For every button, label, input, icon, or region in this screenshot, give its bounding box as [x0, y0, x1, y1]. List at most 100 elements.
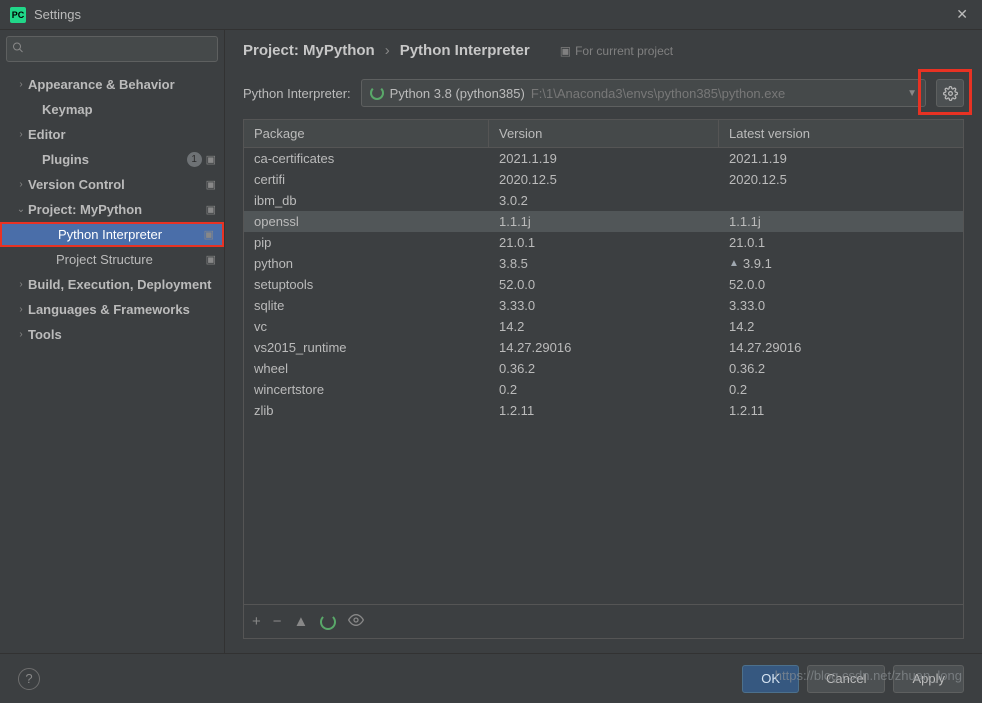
help-button[interactable]: ?: [18, 668, 40, 690]
gear-icon: [943, 86, 958, 101]
cell-package: pip: [244, 235, 489, 250]
add-package-button[interactable]: +: [252, 613, 261, 630]
sidebar-item-appearance-behavior[interactable]: ›Appearance & Behavior: [0, 72, 224, 97]
cell-package: zlib: [244, 403, 489, 418]
cell-latest: 3.33.0: [719, 298, 963, 313]
sidebar-item-label: Build, Execution, Deployment: [28, 277, 216, 292]
cell-package: vc: [244, 319, 489, 334]
show-early-releases-button[interactable]: [348, 612, 364, 632]
cancel-button[interactable]: Cancel: [807, 665, 885, 693]
cell-package: ca-certificates: [244, 151, 489, 166]
loading-spinner-icon: [320, 614, 336, 630]
cell-latest: 1.2.11: [719, 403, 963, 418]
sidebar-item-plugins[interactable]: Plugins1 ▣: [0, 147, 224, 172]
search-input[interactable]: [6, 36, 218, 62]
tree-arrow-icon: ›: [14, 79, 28, 90]
settings-tree: ›Appearance & BehaviorKeymap›EditorPlugi…: [0, 68, 224, 653]
cell-version: 1.2.11: [489, 403, 719, 418]
table-row[interactable]: ibm_db3.0.2: [244, 190, 963, 211]
cell-package: vs2015_runtime: [244, 340, 489, 355]
tree-arrow-icon: ›: [14, 179, 28, 190]
sidebar-item-project-mypython[interactable]: ⌄Project: MyPython▣: [0, 197, 224, 222]
ok-button[interactable]: OK: [742, 665, 799, 693]
sidebar-item-label: Version Control: [28, 177, 206, 192]
cell-package: wheel: [244, 361, 489, 376]
sidebar-item-editor[interactable]: ›Editor: [0, 122, 224, 147]
interpreter-path: F:\1\Anaconda3\envs\python385\python.exe: [531, 86, 785, 101]
table-row[interactable]: python3.8.5▲3.9.1: [244, 253, 963, 274]
column-header-package[interactable]: Package: [244, 120, 489, 147]
cell-version: 3.0.2: [489, 193, 719, 208]
cell-latest: 52.0.0: [719, 277, 963, 292]
close-icon[interactable]: ✕: [952, 6, 972, 23]
sidebar-item-label: Editor: [28, 127, 216, 142]
table-row[interactable]: certifi2020.12.52020.12.5: [244, 169, 963, 190]
cell-latest: 21.0.1: [719, 235, 963, 250]
python-icon: [370, 86, 384, 100]
table-row[interactable]: openssl1.1.1j1.1.1j: [244, 211, 963, 232]
table-row[interactable]: sqlite3.33.03.33.0: [244, 295, 963, 316]
sidebar-item-build-execution-deployment[interactable]: ›Build, Execution, Deployment: [0, 272, 224, 297]
cell-latest: 14.27.29016: [719, 340, 963, 355]
sidebar-item-label: Project: MyPython: [28, 202, 206, 217]
cell-package: wincertstore: [244, 382, 489, 397]
sidebar-item-label: Keymap: [42, 102, 216, 117]
table-row[interactable]: wincertstore0.20.2: [244, 379, 963, 400]
table-row[interactable]: setuptools52.0.052.0.0: [244, 274, 963, 295]
cell-latest: 2021.1.19: [719, 151, 963, 166]
cell-version: 52.0.0: [489, 277, 719, 292]
breadcrumb: Project: MyPython › Python Interpreter ▣…: [225, 30, 982, 71]
tree-arrow-icon: ›: [14, 329, 28, 340]
interpreter-dropdown[interactable]: Python 3.8 (python385) F:\1\Anaconda3\en…: [361, 79, 926, 107]
sidebar-item-keymap[interactable]: Keymap: [0, 97, 224, 122]
column-header-latest[interactable]: Latest version: [719, 120, 963, 147]
remove-package-button[interactable]: −: [273, 613, 282, 630]
tree-arrow-icon: ⌄: [14, 204, 28, 215]
sidebar-item-label: Languages & Frameworks: [28, 302, 216, 317]
column-header-version[interactable]: Version: [489, 120, 719, 147]
packages-table: Package Version Latest version ca-certif…: [243, 119, 964, 639]
table-row[interactable]: pip21.0.121.0.1: [244, 232, 963, 253]
cell-latest: 0.2: [719, 382, 963, 397]
sidebar-item-label: Appearance & Behavior: [28, 77, 216, 92]
table-row[interactable]: vs2015_runtime14.27.2901614.27.29016: [244, 337, 963, 358]
sidebar-item-tools[interactable]: ›Tools: [0, 322, 224, 347]
cell-version: 21.0.1: [489, 235, 719, 250]
cell-version: 0.2: [489, 382, 719, 397]
breadcrumb-project[interactable]: Project: MyPython: [243, 42, 375, 59]
cell-latest: 2020.12.5: [719, 172, 963, 187]
update-badge: 1: [187, 152, 202, 167]
cell-package: openssl: [244, 214, 489, 229]
table-row[interactable]: vc14.214.2: [244, 316, 963, 337]
dialog-footer: ? OK Cancel Apply: [0, 653, 982, 703]
sidebar-item-label: Tools: [28, 327, 216, 342]
cell-version: 14.27.29016: [489, 340, 719, 355]
sidebar-item-languages-frameworks[interactable]: ›Languages & Frameworks: [0, 297, 224, 322]
upgrade-available-icon: ▲: [729, 258, 739, 269]
gear-button[interactable]: [936, 79, 964, 107]
table-row[interactable]: zlib1.2.111.2.11: [244, 400, 963, 421]
tree-arrow-icon: ›: [14, 279, 28, 290]
table-row[interactable]: ca-certificates2021.1.192021.1.19: [244, 148, 963, 169]
sidebar-item-version-control[interactable]: ›Version Control▣: [0, 172, 224, 197]
cell-package: python: [244, 256, 489, 271]
window-title: Settings: [34, 7, 952, 22]
sidebar-item-project-structure[interactable]: Project Structure▣: [0, 247, 224, 272]
cell-version: 0.36.2: [489, 361, 719, 376]
interpreter-name: Python 3.8 (python385): [390, 86, 525, 101]
table-row[interactable]: wheel0.36.20.36.2: [244, 358, 963, 379]
sidebar-item-label: Project Structure: [56, 252, 206, 267]
packages-toolbar: + − ▲: [244, 604, 963, 638]
interpreter-label: Python Interpreter:: [243, 86, 351, 101]
cell-version: 1.1.1j: [489, 214, 719, 229]
upgrade-package-button[interactable]: ▲: [294, 613, 309, 630]
apply-button[interactable]: Apply: [893, 665, 964, 693]
cell-latest: 14.2: [719, 319, 963, 334]
cell-version: 3.33.0: [489, 298, 719, 313]
sidebar-item-label: Plugins: [42, 152, 187, 167]
sidebar-item-python-interpreter[interactable]: Python Interpreter▣: [0, 222, 224, 247]
project-scope-icon: ▣: [206, 153, 216, 166]
cell-package: certifi: [244, 172, 489, 187]
cell-package: ibm_db: [244, 193, 489, 208]
chevron-right-icon: ›: [385, 42, 390, 59]
